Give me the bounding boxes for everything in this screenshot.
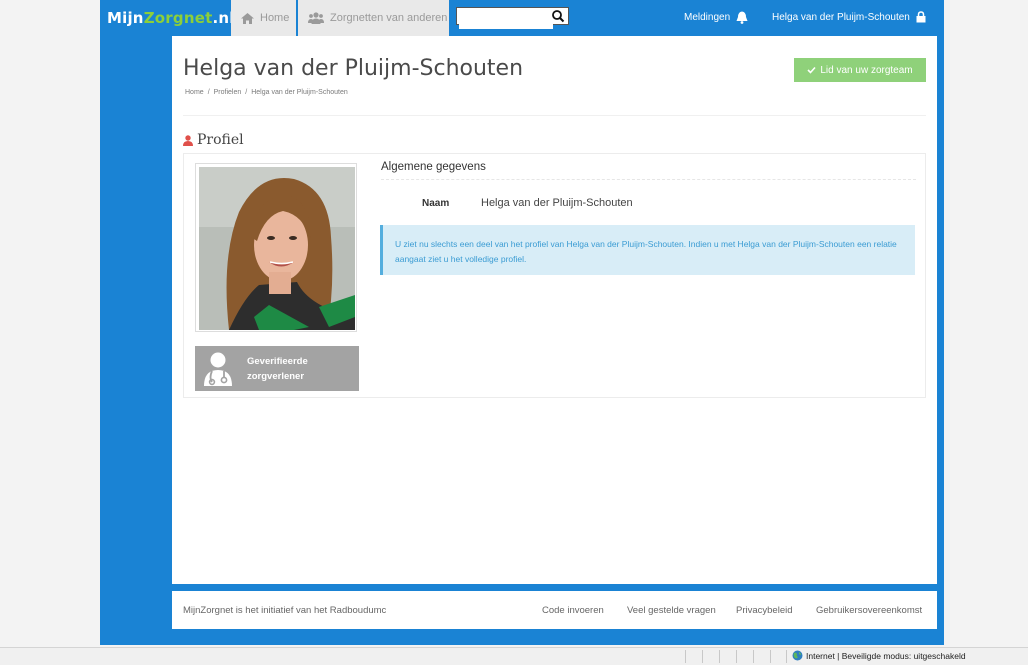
nav-zorgnetten-label: Zorgnetten van anderen [330, 12, 448, 24]
status-divider [702, 650, 703, 663]
footer-link-privacy[interactable]: Privacybeleid [736, 605, 793, 616]
divider [381, 179, 916, 180]
team-member-button[interactable]: Lid van uw zorgteam [794, 58, 926, 82]
breadcrumb-home[interactable]: Home [185, 89, 204, 96]
logo[interactable]: MijnZorgnet.nl [107, 9, 235, 27]
breadcrumb: Home / Profielen / Helga van der Pluijm-Scho… [185, 89, 348, 96]
general-info-title: Algemene gegevens [381, 161, 486, 173]
name-value: Helga van der Pluijm-Schouten [481, 197, 633, 209]
user-icon [183, 134, 193, 146]
status-divider [786, 650, 787, 663]
footer-link-faq[interactable]: Veel gestelde vragen [627, 605, 716, 616]
browser-status-bar: Internet | Beveiligde modus: uitgeschake… [0, 647, 1028, 665]
footer-link-code[interactable]: Code invoeren [542, 605, 604, 616]
app-frame: MijnZorgnet.nl Home Zorgnetten van ander… [100, 0, 944, 645]
search-icon[interactable] [551, 9, 565, 23]
status-text: Internet | Beveiligde modus: uitgeschake… [806, 650, 966, 661]
users-icon [308, 12, 324, 24]
verified-badge: Geverifieerde zorgverlener [195, 346, 359, 391]
status-divider [719, 650, 720, 663]
nav-home-label: Home [260, 12, 290, 24]
home-icon [241, 12, 254, 24]
status-zone[interactable]: Internet | Beveiligde modus: uitgeschake… [792, 650, 966, 661]
main-content: Helga van der Pluijm-Schouten Home / Profi… [172, 36, 937, 584]
footer-link-terms[interactable]: Gebruikersovereenkomst [816, 605, 922, 616]
divider [183, 115, 926, 116]
notifications-label: Meldingen [684, 12, 731, 23]
profile-panel: Geverifieerde zorgverlener Algemene gege… [183, 153, 926, 398]
globe-icon [792, 650, 803, 661]
team-button-label: Lid van uw zorgteam [820, 64, 913, 76]
top-navbar: MijnZorgnet.nl Home Zorgnetten van ander… [100, 0, 944, 36]
status-divider [736, 650, 737, 663]
profile-photo [199, 167, 355, 330]
footer-initiative: MijnZorgnet is het initiatief van het Ra… [183, 605, 387, 616]
user-name: Helga van der Pluijm-Schouten [772, 11, 910, 23]
page-title: Helga van der Pluijm-Schouten [183, 56, 524, 81]
nav-home[interactable]: Home [231, 0, 296, 36]
doctor-icon [204, 352, 232, 386]
status-divider [753, 650, 754, 663]
footer: MijnZorgnet is het initiatief van het Ra… [172, 591, 937, 629]
search-box [456, 7, 569, 29]
check-icon [807, 66, 816, 74]
nav-zorgnetten[interactable]: Zorgnetten van anderen [298, 0, 449, 36]
section-title-label: Profiel [197, 132, 244, 148]
status-divider [685, 650, 686, 663]
status-divider [770, 650, 771, 663]
notifications-link[interactable]: Meldingen [684, 11, 748, 24]
verified-line2: zorgverlener [247, 370, 305, 382]
lock-icon [916, 11, 926, 23]
search-input[interactable] [459, 12, 553, 29]
breadcrumb-current: Helga van der Pluijm-Schouten [251, 89, 348, 96]
user-menu[interactable]: Helga van der Pluijm-Schouten [772, 11, 926, 23]
bell-icon [736, 11, 748, 24]
info-alert: U ziet nu slechts een deel van het profi… [380, 225, 915, 275]
profile-photo-frame [195, 163, 357, 332]
section-title: Profiel [183, 132, 244, 148]
verified-line1: Geverifieerde [247, 355, 308, 367]
breadcrumb-profielen[interactable]: Profielen [214, 89, 242, 96]
name-label: Naam [422, 198, 450, 209]
